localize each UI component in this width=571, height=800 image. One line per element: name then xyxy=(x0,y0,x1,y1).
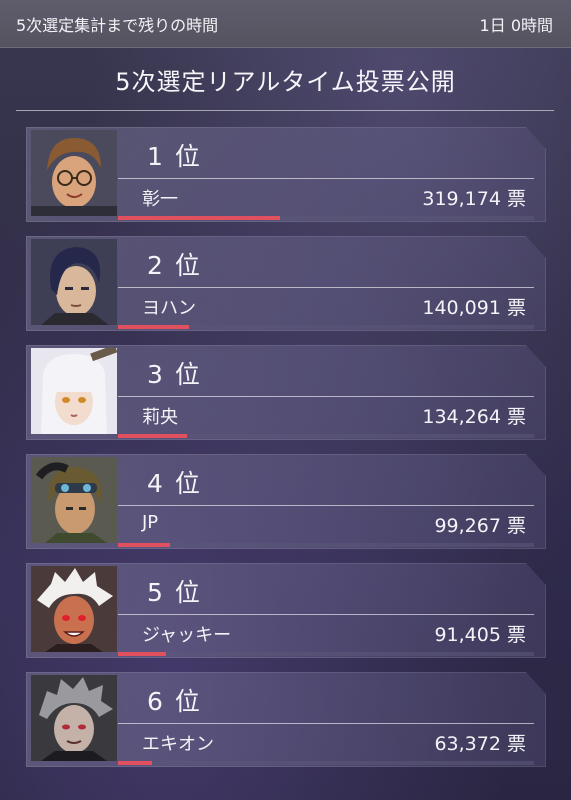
candidate-name: JP xyxy=(142,512,159,533)
candidate-name: エキオン xyxy=(142,734,214,755)
rank-divider xyxy=(118,505,534,506)
title-divider xyxy=(16,110,554,111)
vote-bar xyxy=(118,325,534,329)
vote-count: 91,405 票 xyxy=(434,624,526,646)
candidate-name: ジャッキー xyxy=(142,625,232,646)
page-title: 5次選定リアルタイム投票公開 xyxy=(115,68,456,96)
candidate-name: ヨハン xyxy=(142,298,196,319)
vote-bar xyxy=(118,652,534,656)
rank-card-3[interactable]: 3 位 莉央 134,264 票 xyxy=(26,345,546,440)
rank-divider xyxy=(118,287,534,288)
vote-bar-fill xyxy=(118,543,170,547)
portrait-4 xyxy=(31,457,117,543)
rank-divider xyxy=(118,614,534,615)
vote-count: 134,264 票 xyxy=(422,406,526,428)
vote-count: 319,174 票 xyxy=(422,188,526,210)
rank-card-6[interactable]: 6 位 エキオン 63,372 票 xyxy=(26,672,546,767)
vote-bar-fill xyxy=(118,761,152,765)
countdown-value: 1日 0時間 xyxy=(479,16,553,35)
rank-label: 5 位 xyxy=(147,578,202,607)
rank-label: 3 位 xyxy=(147,360,202,389)
countdown-bar: 5次選定集計まで残りの時間 1日 0時間 xyxy=(0,0,571,48)
countdown-label: 5次選定集計まで残りの時間 xyxy=(16,16,219,35)
rank-label: 2 位 xyxy=(147,251,202,280)
vote-count: 140,091 票 xyxy=(422,297,526,319)
portrait-6 xyxy=(31,675,117,761)
portrait-5 xyxy=(31,566,117,652)
vote-results-screen: 5次選定集計まで残りの時間 1日 0時間 5次選定リアルタイム投票公開 1 位 xyxy=(0,0,571,800)
rank-card-5[interactable]: 5 位 ジャッキー 91,405 票 xyxy=(26,563,546,658)
rank-card-4[interactable]: 4 位 JP 99,267 票 xyxy=(26,454,546,549)
portrait-1 xyxy=(31,130,117,216)
vote-count: 99,267 票 xyxy=(434,515,526,537)
rank-label: 6 位 xyxy=(147,687,202,716)
portrait-2 xyxy=(31,239,117,325)
vote-bar-fill xyxy=(118,652,166,656)
vote-bar xyxy=(118,216,534,220)
rank-divider xyxy=(118,178,534,179)
vote-bar-fill xyxy=(118,325,189,329)
rank-card-2[interactable]: 2 位 ヨハン 140,091 票 xyxy=(26,236,546,331)
vote-bar-fill xyxy=(118,216,280,220)
rank-divider xyxy=(118,396,534,397)
rank-label: 1 位 xyxy=(147,142,202,171)
vote-bar xyxy=(118,543,534,547)
vote-bar xyxy=(118,434,534,438)
rank-label: 4 位 xyxy=(147,469,202,498)
rank-divider xyxy=(118,723,534,724)
candidate-name: 彰一 xyxy=(142,189,178,210)
portrait-3 xyxy=(31,348,117,434)
vote-bar-fill xyxy=(118,434,187,438)
vote-count: 63,372 票 xyxy=(434,733,526,755)
vote-bar xyxy=(118,761,534,765)
candidate-name: 莉央 xyxy=(142,407,178,428)
rank-card-1[interactable]: 1 位 彰一 319,174 票 xyxy=(26,127,546,222)
